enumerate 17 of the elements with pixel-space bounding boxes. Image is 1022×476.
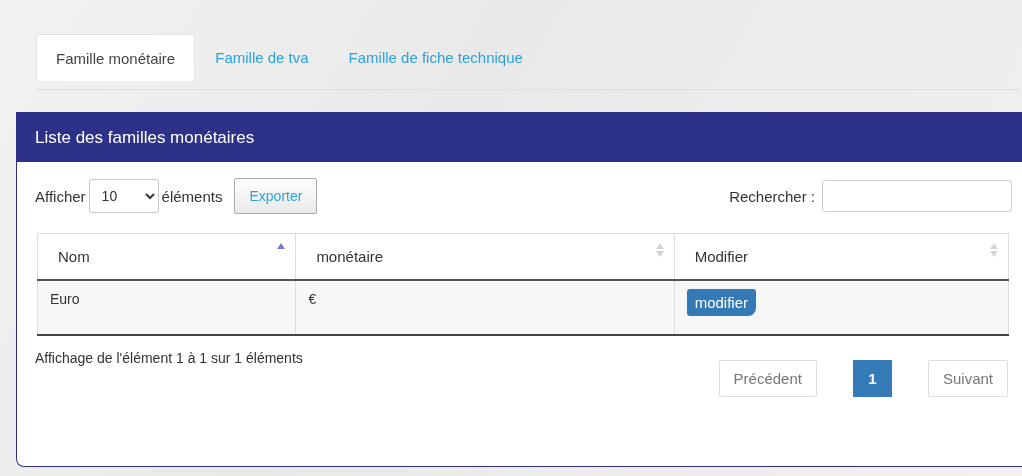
page-length-dropdown[interactable]: 10 (88, 179, 159, 213)
previous-button[interactable]: Précédent (718, 360, 817, 397)
elements-label: éléments (161, 187, 223, 205)
page-button[interactable]: 1 (852, 360, 892, 397)
table-cell: € (295, 280, 675, 335)
tab[interactable]: Famille monétaire (36, 34, 196, 81)
table-info: Affichage de l'élément 1 à 1 sur 1 éléments (35, 350, 303, 368)
export-button[interactable]: Exporter (234, 178, 318, 214)
modify-button[interactable]: modifier (686, 289, 756, 316)
show-label: Afficher (35, 187, 86, 205)
next-button[interactable]: Suivant (927, 360, 1008, 397)
table-cell: Euro (37, 280, 296, 335)
panel-title: Liste des familles monétaires (17, 113, 1022, 162)
tab[interactable]: Famille de tva (195, 34, 329, 80)
search-label: Rechercher : (729, 187, 815, 205)
tab[interactable]: Famille de fiche technique (328, 34, 543, 80)
search-field[interactable] (822, 180, 1012, 212)
